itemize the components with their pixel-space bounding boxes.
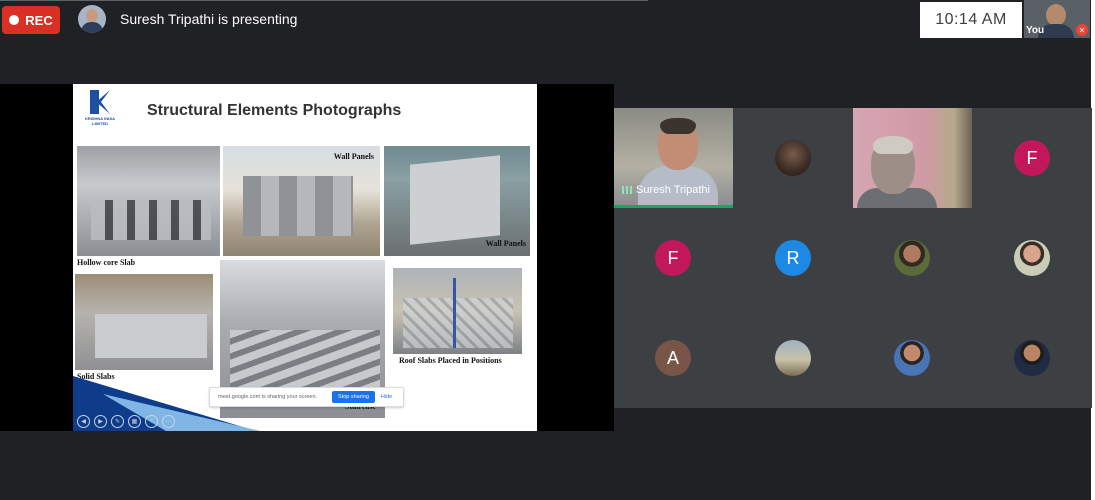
- participant-tile-10[interactable]: [734, 308, 853, 408]
- record-dot-icon: [9, 15, 20, 25]
- previous-slide-icon[interactable]: ◀: [77, 415, 90, 428]
- participant-tile-3[interactable]: [853, 108, 972, 208]
- solid-slabs-photo: [75, 274, 213, 370]
- caption-wall-panels-2: Wall Panels: [485, 239, 526, 248]
- avatar: [775, 340, 811, 376]
- caption-roof-slabs: Roof Slabs Placed in Positions: [399, 356, 502, 365]
- avatar: R: [775, 240, 811, 276]
- avatar: [1014, 340, 1050, 376]
- grid-view-icon[interactable]: ▦: [128, 415, 141, 428]
- top-bar: REC Suresh Tripathi is presenting 10:14 …: [0, 0, 1095, 42]
- presenter-avatar: [78, 5, 106, 33]
- participant-tile-5[interactable]: F: [614, 208, 733, 308]
- shared-slide: KRISHNA INDIA LIMITED Structural Element…: [73, 84, 537, 431]
- stop-sharing-button[interactable]: Stop sharing: [332, 391, 375, 403]
- avatar: [1014, 240, 1050, 276]
- participant-tile-2[interactable]: [734, 108, 853, 208]
- avatar: [894, 340, 930, 376]
- caption-hollow-core: Hollow core Slab: [77, 258, 136, 267]
- self-view-label: You: [1026, 25, 1045, 36]
- participant-grid: Suresh Tripathi F F R A: [614, 108, 1092, 408]
- participant-tile-11[interactable]: [853, 308, 972, 408]
- slide-title: Structural Elements Photographs: [147, 102, 402, 119]
- roof-slabs-photo: [393, 268, 522, 354]
- hollow-core-slab-photo: [77, 146, 220, 256]
- recording-label: REC: [25, 12, 53, 28]
- zoom-icon[interactable]: ⌕: [145, 415, 158, 428]
- participant-tile-12[interactable]: [973, 308, 1092, 408]
- avatar: F: [1014, 140, 1050, 176]
- hide-share-bar-button[interactable]: Hide: [381, 394, 392, 400]
- next-slide-icon[interactable]: ▶: [94, 415, 107, 428]
- wall-panels-photo-1: Wall Panels: [223, 146, 380, 256]
- participant-tile-7[interactable]: [853, 208, 972, 308]
- slide-controls[interactable]: ◀ ▶ ✎ ▦ ⌕ ⋯: [77, 415, 175, 428]
- participant-tile-9[interactable]: A: [614, 308, 733, 408]
- self-view-tile[interactable]: You ✕: [1024, 0, 1090, 38]
- logo-text: KRISHNA INDIA LIMITED: [84, 116, 116, 126]
- presentation-stage: KRISHNA INDIA LIMITED Structural Element…: [0, 84, 614, 431]
- caption-wall-panels-1: Wall Panels: [333, 152, 374, 161]
- avatar: [894, 240, 930, 276]
- clock: 10:14 AM: [920, 2, 1022, 38]
- avatar: F: [655, 240, 691, 276]
- top-divider: [0, 0, 648, 1]
- more-icon[interactable]: ⋯: [162, 415, 175, 428]
- pen-icon[interactable]: ✎: [111, 415, 124, 428]
- participant-tile-suresh[interactable]: Suresh Tripathi: [614, 108, 733, 208]
- avatar: A: [655, 340, 691, 376]
- wall-panels-photo-2: Wall Panels: [384, 146, 530, 256]
- company-logo: KRISHNA INDIA LIMITED: [77, 90, 123, 126]
- participant-tile-8[interactable]: [973, 208, 1092, 308]
- participant-tile-6[interactable]: R: [734, 208, 853, 308]
- share-message: meet.google.com is sharing your screen.: [218, 394, 318, 400]
- screen-share-bar: meet.google.com is sharing your screen. …: [209, 387, 404, 407]
- participant-tile-4[interactable]: F: [973, 108, 1092, 208]
- mic-off-icon: ✕: [1076, 24, 1088, 36]
- recording-badge[interactable]: REC: [2, 6, 60, 34]
- audio-bars-icon: [622, 186, 632, 194]
- presenting-text: Suresh Tripathi is presenting: [120, 11, 298, 27]
- avatar: [775, 140, 811, 176]
- participant-name: Suresh Tripathi: [636, 184, 710, 196]
